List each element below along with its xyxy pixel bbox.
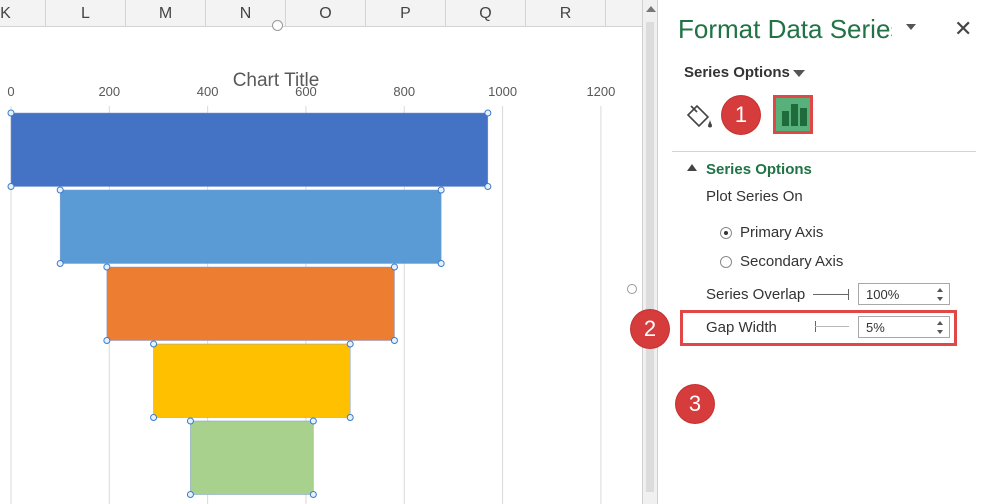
column-header-m[interactable]: M: [126, 0, 206, 26]
step-badge-3: 3: [676, 385, 714, 423]
scroll-thumb[interactable]: [646, 22, 654, 492]
series-overlap-value[interactable]: 100%: [866, 287, 899, 302]
selection-handle[interactable]: [309, 417, 317, 425]
selection-handle[interactable]: [390, 337, 398, 344]
column-header-l[interactable]: L: [46, 0, 126, 26]
spin-up-icon[interactable]: [937, 321, 943, 325]
gap-width-slider[interactable]: [815, 326, 849, 327]
scroll-up-icon[interactable]: [646, 6, 656, 12]
column-header-k[interactable]: K: [0, 0, 46, 26]
column-header-p[interactable]: P: [366, 0, 446, 26]
step-badge-1: 1: [722, 96, 760, 134]
bar-chart-icon-bar: [782, 111, 789, 126]
selection-handle[interactable]: [150, 414, 158, 421]
gap-width-label: Gap Width: [706, 319, 777, 336]
format-data-series-pane: Format Data Series ✕ Series Options 1 Se…: [660, 0, 982, 504]
selection-handle[interactable]: [103, 337, 111, 344]
bar-chart-icon-bar: [791, 104, 798, 126]
selection-handle[interactable]: [484, 109, 492, 117]
selection-handle[interactable]: [437, 186, 445, 194]
selection-handle[interactable]: [186, 491, 194, 498]
selection-handle[interactable]: [186, 417, 194, 425]
primary-axis-label[interactable]: Primary Axis: [740, 224, 823, 241]
primary-axis-radio[interactable]: [720, 227, 732, 239]
gap-width-value[interactable]: 5%: [866, 320, 885, 335]
secondary-axis-radio[interactable]: [720, 256, 732, 268]
pane-menu-chevron-icon[interactable]: [906, 24, 916, 30]
selection-handle[interactable]: [346, 414, 354, 421]
chart-plot: 0 200 400 600 800 1000 1200: [7, 84, 615, 504]
spin-up-icon[interactable]: [937, 288, 943, 292]
column-header-row: KLMNOPQR: [0, 0, 642, 31]
selection-handle[interactable]: [150, 340, 158, 348]
radio-selected-dot: [724, 231, 728, 235]
series-overlap-spinner[interactable]: 100%: [858, 283, 950, 305]
chart-resize-handle[interactable]: [627, 284, 637, 294]
series-overlap-slider[interactable]: [813, 294, 849, 295]
collapse-triangle-icon[interactable]: [687, 164, 697, 171]
series-options-dropdown[interactable]: Series Options: [684, 64, 790, 81]
spreadsheet-area: KLMNOPQR 0 200 400 600 800 1000 1200 Chart Tit…: [0, 0, 642, 504]
chart-area[interactable]: 0 200 400 600 800 1000 1200 Chart Title: [0, 26, 642, 504]
gap-width-spinner[interactable]: 5%: [858, 316, 950, 338]
step-badge-2: 2: [631, 310, 669, 348]
chevron-down-icon[interactable]: [793, 70, 805, 77]
series-overlap-label: Series Overlap: [706, 286, 806, 303]
selection-handle[interactable]: [346, 340, 354, 348]
selection-handle[interactable]: [309, 491, 317, 498]
bar-chart-icon[interactable]: [773, 95, 813, 134]
x-tick-label: 800: [393, 84, 415, 99]
selection-handle[interactable]: [437, 260, 445, 267]
bar-chart-icon-bar: [800, 108, 807, 126]
column-header-o[interactable]: O: [286, 0, 366, 26]
spin-down-icon[interactable]: [937, 297, 943, 301]
chart-title[interactable]: Chart Title: [176, 70, 376, 92]
selection-handle[interactable]: [7, 183, 15, 190]
x-tick-label: 1000: [488, 84, 517, 99]
secondary-axis-label[interactable]: Secondary Axis: [740, 253, 843, 270]
x-tick-label: 200: [98, 84, 120, 99]
x-tick-label: 0: [7, 84, 14, 99]
paint-bucket-icon[interactable]: [682, 102, 716, 132]
funnel-bar[interactable]: [106, 266, 395, 341]
column-header-r[interactable]: R: [526, 0, 606, 26]
spin-down-icon[interactable]: [937, 330, 943, 334]
close-icon[interactable]: ✕: [954, 16, 972, 42]
selection-handle[interactable]: [56, 260, 64, 267]
funnel-bar[interactable]: [190, 420, 314, 495]
funnel-bar[interactable]: [59, 189, 442, 264]
selection-handle[interactable]: [484, 183, 492, 190]
selection-handle[interactable]: [390, 263, 398, 271]
plot-series-on-label: Plot Series On: [706, 188, 803, 205]
column-header-q[interactable]: Q: [446, 0, 526, 26]
selection-handle[interactable]: [56, 186, 64, 194]
pane-divider: [672, 151, 976, 152]
funnel-bar[interactable]: [10, 112, 489, 187]
section-series-options[interactable]: Series Options: [706, 161, 812, 178]
funnel-bar[interactable]: [153, 343, 351, 418]
x-tick-label: 1200: [586, 84, 615, 99]
pane-title: Format Data Series: [678, 14, 892, 44]
selection-handle[interactable]: [7, 109, 15, 117]
selection-handle[interactable]: [103, 263, 111, 271]
vertical-scrollbar[interactable]: [642, 0, 658, 504]
series-overlap-slider-thumb[interactable]: [848, 289, 849, 300]
